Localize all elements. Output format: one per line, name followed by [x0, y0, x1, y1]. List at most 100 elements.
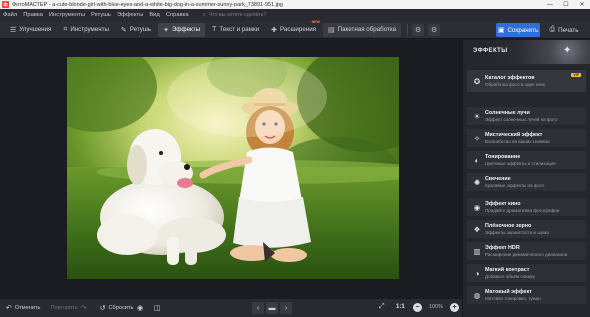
- tab-effects-label: Эффекты: [171, 26, 201, 33]
- effects-panel: ЭФФЕКТЫ ✦ ✪ Каталог эффектов Обработка ф…: [462, 40, 590, 317]
- zoom-value: 100%: [429, 304, 443, 310]
- zoom-actual-size[interactable]: 1:1: [396, 304, 405, 310]
- effect-grain[interactable]: ❖ Плёночное зерно Эффекты зернистости и …: [467, 220, 586, 238]
- effect-glow[interactable]: ✺ Свечение Красивые эффекты на фото: [467, 173, 586, 191]
- effect-name: Каталог эффектов: [485, 75, 535, 81]
- tab-extensions[interactable]: ✚ Расширения NEW: [266, 19, 321, 37]
- search-placeholder: Что вы хотите сделать?: [208, 12, 267, 18]
- effect-film[interactable]: ◉ Эффект кино Придайте драматизма фотогр…: [467, 198, 586, 216]
- menu-edit[interactable]: Правка: [23, 12, 43, 18]
- effect-catalog[interactable]: ✪ Каталог эффектов Обработка фото в один…: [467, 70, 586, 92]
- menu-view[interactable]: Вид: [149, 12, 160, 18]
- menu-retouch[interactable]: Ретушь: [91, 12, 111, 18]
- effect-desc: Добавьте объём снимку: [485, 274, 535, 279]
- effect-name: Тонирование: [485, 154, 521, 160]
- grain-icon: ❖: [473, 224, 481, 234]
- effect-name: Мистический эффект: [485, 132, 543, 138]
- catalog-icon: ✪: [473, 76, 481, 86]
- redo-label: Повторить: [50, 305, 78, 311]
- tab-retouch[interactable]: ✎ Ретушь: [116, 23, 156, 37]
- zoom-in-button[interactable]: +: [450, 303, 459, 312]
- effect-matte[interactable]: ◍ Матовый эффект Матовая тонировка, тума…: [467, 286, 586, 304]
- menu-tools[interactable]: Инструменты: [49, 12, 85, 18]
- maximize-button[interactable]: ☐: [558, 0, 574, 9]
- tab-batch[interactable]: ▤ Пакетная обработка: [323, 22, 402, 37]
- hdr-icon: ▥: [473, 246, 481, 256]
- history-settings-icon[interactable]: ⚙: [428, 23, 441, 36]
- bottom-bar: ↶ Отменить Повторить ↷ ↺ Сбросить ◉ ◫ ‹ …: [0, 299, 462, 317]
- effect-name: Матовый эффект: [485, 289, 532, 295]
- effect-mystic[interactable]: ✧ Мистический эффект Волшебство на ваших…: [467, 129, 586, 147]
- compare-settings-icon[interactable]: ⚙: [412, 23, 425, 36]
- minimize-button[interactable]: —: [542, 0, 558, 9]
- print-button[interactable]: ⎙ Печать: [544, 23, 584, 37]
- prev-image-button[interactable]: ‹: [252, 302, 264, 314]
- crop-icon: ⌗: [63, 25, 68, 33]
- effect-soft-contrast[interactable]: ◑ Магкий контраст Добавьте объём снимку: [467, 264, 586, 282]
- brush-icon: ✎: [120, 26, 127, 34]
- plus-icon: ✚: [271, 26, 278, 34]
- fit-screen-icon[interactable]: ⤢: [379, 303, 385, 311]
- zoom-out-button[interactable]: −: [413, 303, 422, 312]
- film-icon: ◉: [473, 202, 481, 212]
- menu-effects[interactable]: Эффекты: [117, 12, 143, 18]
- canvas-area[interactable]: [0, 40, 462, 299]
- effect-toning[interactable]: ◐ Тонирование Цветовые эффекты и стилиза…: [467, 151, 586, 169]
- photo-canvas[interactable]: [67, 57, 399, 279]
- tab-retouch-label: Ретушь: [129, 26, 152, 33]
- tab-tools-label: Инструменты: [70, 26, 109, 33]
- tab-tools[interactable]: ⌗ Инструменты: [58, 23, 114, 37]
- menu-bar: Файл Правка Инструменты Ретушь Эффекты В…: [0, 9, 590, 21]
- tab-text-frames[interactable]: T Текст и рамки: [207, 23, 264, 37]
- main-toolbar: ☰ Улучшения ⌗ Инструменты ✎ Ретушь ✦ Эфф…: [0, 19, 590, 39]
- app-logo-icon: ф: [2, 1, 9, 8]
- compare-icon[interactable]: ◫: [154, 304, 161, 312]
- save-label: Сохранить: [507, 26, 539, 34]
- effect-desc: Придайте драматизма фотографии: [485, 208, 560, 213]
- effect-name: Плёночное зерно: [485, 223, 532, 229]
- sparkle-icon: ✦: [563, 45, 572, 56]
- effect-sun-rays[interactable]: ☀ Солнечные лучи Эффект солнечных лучей …: [467, 107, 586, 125]
- effect-desc: Волшебство на ваших снимках: [485, 139, 550, 144]
- effect-desc: Эффекты зернистости и шума: [485, 230, 549, 235]
- effect-desc: Цветовые эффекты и стилизация: [485, 161, 556, 166]
- batch-icon: ▤: [328, 26, 335, 34]
- menu-file[interactable]: Файл: [3, 12, 17, 18]
- eye-icon[interactable]: ◉: [137, 304, 143, 312]
- title-bar: ф ФотоМАСТЕР - a-cute-blonde-girl-with-b…: [0, 0, 590, 9]
- tab-extensions-label: Расширения: [280, 26, 316, 33]
- tab-effects[interactable]: ✦ Эффекты: [158, 22, 206, 37]
- effect-desc: Обработка фото в один клик: [485, 82, 545, 87]
- photo-image: [67, 57, 399, 279]
- toolbar-divider: [407, 23, 409, 36]
- search-input[interactable]: ⌕ Что вы хотите сделать?: [203, 11, 333, 19]
- new-badge: NEW: [311, 19, 320, 24]
- folder-icon[interactable]: ▬: [266, 302, 278, 314]
- tab-text-label: Текст и рамки: [219, 26, 260, 33]
- menu-help[interactable]: Справка: [166, 12, 189, 18]
- contrast-icon: ◑: [474, 268, 480, 278]
- tab-enhance[interactable]: ☰ Улучшения: [5, 23, 56, 37]
- panel-header: ЭФФЕКТЫ ✦: [463, 40, 590, 64]
- sun-icon: ☀: [473, 111, 481, 121]
- effect-hdr[interactable]: ▥ Эффект HDR Расширение динамического ди…: [467, 242, 586, 260]
- text-icon: T: [212, 26, 217, 33]
- mystic-icon: ✧: [473, 133, 481, 143]
- printer-icon: ⎙: [549, 26, 556, 33]
- panel-title: ЭФФЕКТЫ: [473, 48, 508, 54]
- matte-icon: ◍: [473, 290, 481, 300]
- save-button[interactable]: ▣ Сохранить: [496, 23, 540, 37]
- effect-desc: Эффект солнечных лучей на фото: [485, 117, 558, 122]
- undo-icon: ↶: [6, 305, 12, 312]
- next-image-button[interactable]: ›: [280, 302, 292, 314]
- effect-name: Магкий контраст: [485, 267, 530, 273]
- reset-button[interactable]: ↺ Сбросить: [100, 304, 134, 312]
- redo-button[interactable]: Повторить ↷: [50, 304, 89, 312]
- undo-button[interactable]: ↶ Отменить: [6, 304, 40, 312]
- effect-name: Свечение: [485, 176, 511, 182]
- effect-name: Солнечные лучи: [485, 110, 530, 116]
- tab-enhance-label: Улучшения: [19, 26, 52, 33]
- window-title: ФотоМАСТЕР - a-cute-blonde-girl-with-blu…: [12, 1, 283, 8]
- close-button[interactable]: ✕: [574, 0, 590, 9]
- vip-badge: VIP: [571, 73, 581, 77]
